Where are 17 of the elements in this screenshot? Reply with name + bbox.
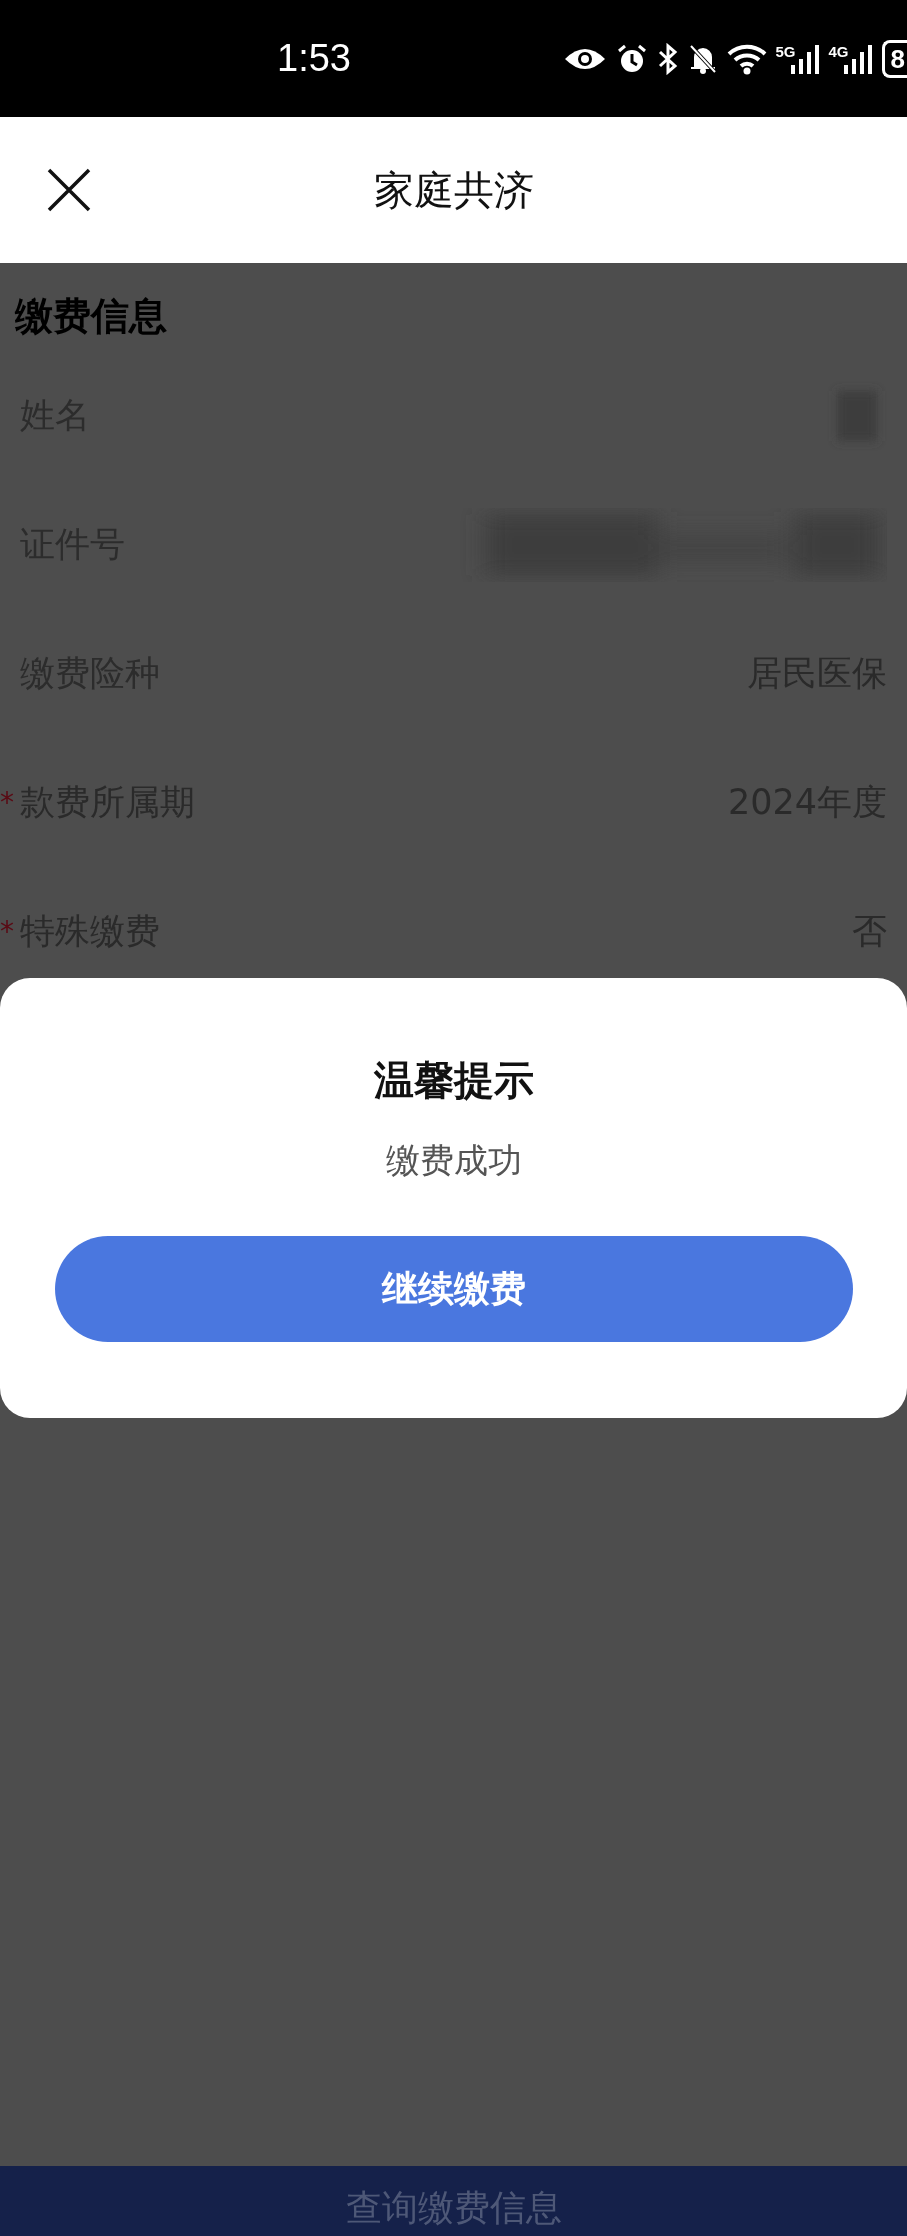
query-button[interactable]: 查询缴费信息: [345, 2166, 562, 2236]
continue-button[interactable]: 继续缴费: [54, 1236, 853, 1342]
dialog-message: 缴费成功: [385, 1139, 522, 1182]
network-label: 5G: [775, 42, 796, 60]
required-mark: *: [0, 786, 15, 819]
bluetooth-icon: [656, 42, 679, 75]
close-icon[interactable]: [46, 167, 92, 213]
battery-level: 8: [881, 39, 907, 78]
dialog-title: 温馨提示: [373, 1056, 534, 1105]
clock-time: 1:53: [277, 37, 351, 80]
section-title: 缴费信息: [15, 293, 168, 340]
bell-off-icon: [687, 42, 718, 75]
required-mark: *: [0, 915, 15, 948]
wifi-icon: [726, 42, 767, 75]
alarm-icon: [615, 42, 648, 75]
page-title: 家庭共济: [373, 165, 534, 215]
network-label: 4G: [828, 42, 849, 60]
